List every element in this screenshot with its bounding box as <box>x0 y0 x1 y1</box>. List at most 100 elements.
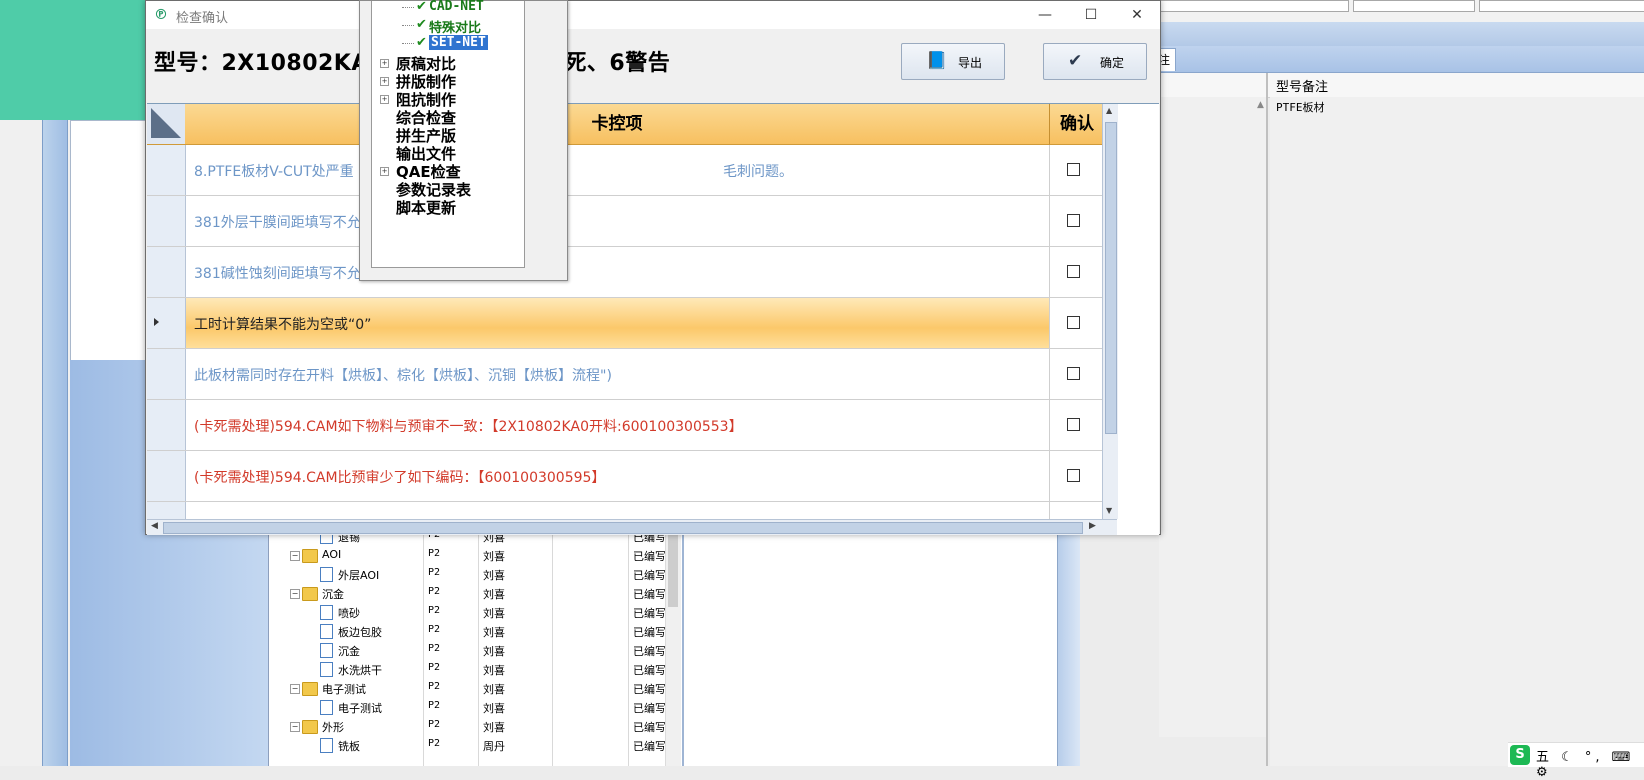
document-icon <box>320 624 333 639</box>
tree-node-name: 外层AOI <box>338 569 380 582</box>
checkmark-icon: ✔ <box>416 0 427 14</box>
confirm-checkbox[interactable] <box>1067 316 1080 329</box>
cell-divider <box>1049 145 1050 195</box>
grid-vscrollbar[interactable]: ▲ ▼ <box>1102 104 1118 519</box>
collapse-minus-icon[interactable]: − <box>290 589 300 599</box>
table-row[interactable]: 工时计算结果不能为空或“0” <box>147 298 1102 349</box>
column-header-confirm[interactable]: 确认 <box>1050 104 1102 145</box>
grid-hscrollbar[interactable]: ◀ ▶ <box>147 519 1117 535</box>
toolbar-field-1[interactable] <box>1159 0 1349 12</box>
toolbar-field-3[interactable] <box>1479 0 1644 12</box>
collapse-minus-icon[interactable]: − <box>290 551 300 561</box>
tree-line <box>402 43 414 44</box>
expand-plus-icon[interactable]: + <box>380 77 389 86</box>
table-row[interactable]: 381外层干膜间距填写不允 <box>147 196 1102 247</box>
right-note-area <box>1270 97 1644 766</box>
expand-plus-icon[interactable]: + <box>380 167 389 176</box>
toolbar-field-2[interactable] <box>1353 0 1475 12</box>
nav-subitem[interactable]: ✔ CAD-NET <box>372 0 522 17</box>
check-item-text: (卡死需处理)594.CAM如下物料与预审不一致：【2X10802KA0开料:6… <box>194 419 743 435</box>
tree-cell-level: P2 <box>428 605 441 616</box>
nav-item[interactable]: 参数记录表 <box>372 179 522 199</box>
table-row[interactable]: (卡死需处理)594.CAM如下物料与预审不一致：【2X10802KA0开料:6… <box>147 400 1102 451</box>
check-item-text: 工时计算结果不能为空或“0” <box>194 317 372 333</box>
confirm-checkbox[interactable] <box>1067 265 1080 278</box>
check-item-text: 381外层干膜间距填写不允 <box>194 215 361 231</box>
confirm-checkbox[interactable] <box>1067 214 1080 227</box>
grid-vscroll-thumb[interactable] <box>1105 122 1117 434</box>
right-ribbon <box>1159 22 1644 46</box>
expand-plus-icon[interactable]: + <box>380 95 389 104</box>
nav-subitem-label: 特殊对比 <box>429 21 482 36</box>
ime-toolbar[interactable]: S 五 ☾ °, ⌨ ⚙ <box>1508 742 1644 780</box>
confirm-checkbox[interactable] <box>1067 367 1080 380</box>
row-header[interactable] <box>147 196 186 246</box>
tree-cell-level: P2 <box>428 719 441 730</box>
right-column-divider[interactable] <box>1266 73 1268 766</box>
left-splitter[interactable] <box>42 120 68 766</box>
grid-hscroll-thumb[interactable] <box>163 522 1083 534</box>
dialog-titlebar[interactable]: ℗ 检查确认 — ☐ ✕ <box>146 1 1160 29</box>
minimize-button[interactable]: — <box>1022 1 1068 29</box>
nav-item[interactable]: 拼生产版 <box>372 125 522 145</box>
nav-item[interactable]: + 原稿对比 <box>372 53 522 73</box>
tree-scrollbar[interactable] <box>665 527 681 766</box>
ime-status[interactable]: 五 ☾ °, ⌨ ⚙ <box>1536 746 1644 780</box>
export-label: 导出 <box>958 56 983 70</box>
cell-divider <box>1049 196 1050 246</box>
scroll-up-icon[interactable]: ▲ <box>1257 100 1264 110</box>
table-row[interactable]: 381碱性蚀刻间距填写不允 <box>147 247 1102 298</box>
scroll-left-icon[interactable]: ◀ <box>151 521 158 531</box>
nav-subitem-label: SET-NET <box>429 35 488 50</box>
table-row[interactable]: (卡死需处理)594.CAM比预审少了如下编码：【600100300595】 <box>147 451 1102 502</box>
confirm-checkbox[interactable] <box>1067 418 1080 431</box>
nav-item[interactable]: 综合检查 <box>372 107 522 127</box>
tree-cell-level: P2 <box>428 738 441 749</box>
column-header-check-item[interactable]: 卡控项 <box>185 104 1050 145</box>
model-heading-left: 型号：2X10802KA <box>154 51 369 76</box>
nav-item[interactable]: 输出文件 <box>372 143 522 163</box>
document-icon <box>320 605 333 620</box>
collapse-minus-icon[interactable]: − <box>290 722 300 732</box>
export-button[interactable]: 📘 导出 <box>901 43 1005 80</box>
table-row[interactable]: 此板材需同时存在开料【烘板】、棕化【烘板】、沉铜【烘板】流程") <box>147 349 1102 400</box>
mid-splitter[interactable] <box>1057 527 1080 766</box>
nav-item[interactable]: + 拼版制作 <box>372 71 522 91</box>
sogou-logo-icon[interactable]: S <box>1510 745 1530 765</box>
app-icon: ℗ <box>154 7 168 23</box>
row-header[interactable] <box>147 247 186 297</box>
select-all-corner[interactable] <box>147 104 186 145</box>
nav-item[interactable]: 脚本更新 <box>372 197 522 217</box>
document-icon <box>320 662 333 677</box>
nav-subitem[interactable]: ✔ 特殊对比 <box>372 17 522 36</box>
confirm-checkbox[interactable] <box>1067 469 1080 482</box>
nav-subitem[interactable]: ✔ SET-NET <box>372 35 522 53</box>
row-header[interactable] <box>147 349 186 399</box>
row-header[interactable] <box>147 145 186 195</box>
nav-item-label: 脚本更新 <box>396 199 457 217</box>
collapse-minus-icon[interactable]: − <box>290 684 300 694</box>
close-button[interactable]: ✕ <box>1114 1 1160 29</box>
tree-scroll-thumb[interactable] <box>668 527 678 607</box>
row-header[interactable] <box>147 451 186 501</box>
tree-cell-level: P2 <box>428 586 441 597</box>
cell-divider <box>1049 349 1050 399</box>
row-header[interactable] <box>147 298 186 348</box>
table-row[interactable]: 8.PTFE板材V-CUT处严重 毛刺问题。 <box>147 145 1102 196</box>
tree-node-name: 电子测试 <box>322 683 366 696</box>
confirm-button[interactable]: ✔ 确定 <box>1043 43 1147 80</box>
nav-tree-popup: ✔ CAD-NET ✔ 特殊对比 ✔ SET-NET + 原稿对比 + 拼版制作 + 阻抗制作 综合检查… <box>359 0 568 281</box>
maximize-button[interactable]: ☐ <box>1068 1 1114 29</box>
tree-cell-owner: 刘喜 <box>483 683 505 696</box>
scroll-right-icon[interactable]: ▶ <box>1089 521 1096 531</box>
nav-item[interactable]: + 阻抗制作 <box>372 89 522 109</box>
document-icon <box>320 643 333 658</box>
row-header[interactable] <box>147 400 186 450</box>
scroll-up-icon[interactable]: ▲ <box>1106 106 1112 115</box>
tree-node-name: 喷砂 <box>338 607 360 620</box>
scroll-down-icon[interactable]: ▼ <box>1106 506 1112 515</box>
cell-divider <box>1049 400 1050 450</box>
expand-plus-icon[interactable]: + <box>380 59 389 68</box>
confirm-checkbox[interactable] <box>1067 163 1080 176</box>
nav-item[interactable]: + QAE检查 <box>372 161 522 181</box>
